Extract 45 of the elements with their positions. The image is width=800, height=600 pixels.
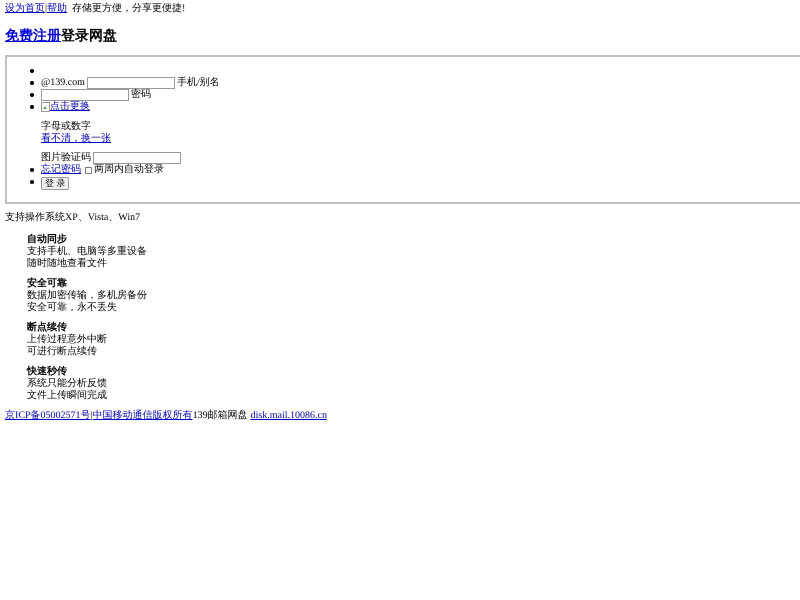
bullet-icon bbox=[30, 105, 34, 109]
captcha-hint: 字母或数字 bbox=[41, 121, 92, 132]
login-button[interactable]: 登 录 bbox=[41, 177, 70, 190]
forgot-password-link[interactable]: 忘记密码 bbox=[41, 164, 81, 176]
feature-title: 自动同步 bbox=[27, 234, 68, 246]
site-url-link[interactable]: disk.mail.10086.cn bbox=[250, 410, 327, 422]
remember-label: 两周内自动登录 bbox=[94, 164, 164, 176]
feature-line: 数据加密传输，多机房备份 bbox=[27, 290, 148, 302]
footer-text: 139邮箱网盘 bbox=[192, 410, 248, 422]
bullet-icon bbox=[30, 69, 34, 73]
bullet-icon bbox=[30, 81, 34, 85]
account-label: 手机/别名 bbox=[176, 77, 220, 89]
feature-line: 可进行断点续传 bbox=[27, 346, 98, 358]
top-link[interactable]: 帮助 bbox=[47, 3, 68, 15]
captcha-input[interactable] bbox=[93, 152, 181, 164]
feature-line: 上传过程意外中断 bbox=[27, 334, 108, 346]
feature-line: 系统只能分析反馈 bbox=[27, 378, 108, 390]
feature-line: 安全可靠，永不丢失 bbox=[27, 302, 118, 314]
feature-line: 支持手机、电脑等多重设备 bbox=[27, 246, 148, 258]
captcha-image-link[interactable]: 点击更换 bbox=[50, 101, 90, 113]
page-heading: 登录网盘 bbox=[61, 28, 117, 45]
os-support-note: 支持操作系统XP、Vista、Win7 bbox=[4, 212, 142, 224]
bullet-icon bbox=[30, 168, 34, 172]
slogan: 存储更方便，分享更便捷! bbox=[72, 3, 186, 15]
register-link[interactable]: 免费注册 bbox=[5, 28, 61, 45]
broken-image-icon bbox=[41, 102, 50, 112]
footer-link[interactable]: 京ICP备05002571号 bbox=[5, 410, 91, 422]
password-input[interactable] bbox=[41, 89, 129, 101]
captcha-label: 图片验证码 bbox=[41, 152, 91, 164]
account-input[interactable] bbox=[86, 77, 175, 89]
feature-title: 快速秒传 bbox=[27, 366, 68, 378]
remember-checkbox[interactable] bbox=[85, 166, 92, 174]
refresh-captcha-link[interactable]: 看不清，换一张 bbox=[41, 133, 111, 144]
link-separator: | bbox=[90, 410, 93, 422]
feature-line: 文件上传瞬间完成 bbox=[27, 390, 108, 402]
password-label: 密码 bbox=[131, 89, 151, 101]
bullet-icon bbox=[30, 93, 34, 97]
feature-title: 断点续传 bbox=[27, 322, 68, 334]
footer-link[interactable]: 中国移动通信版权所有 bbox=[92, 410, 193, 422]
link-separator: | bbox=[45, 3, 48, 15]
bullet-icon bbox=[30, 180, 34, 184]
feature-title: 安全可靠 bbox=[27, 278, 68, 290]
feature-line: 随时随地查看文件 bbox=[27, 258, 108, 270]
top-link[interactable]: 设为首页 bbox=[5, 3, 45, 15]
domain-suffix: @139.com bbox=[41, 77, 85, 89]
